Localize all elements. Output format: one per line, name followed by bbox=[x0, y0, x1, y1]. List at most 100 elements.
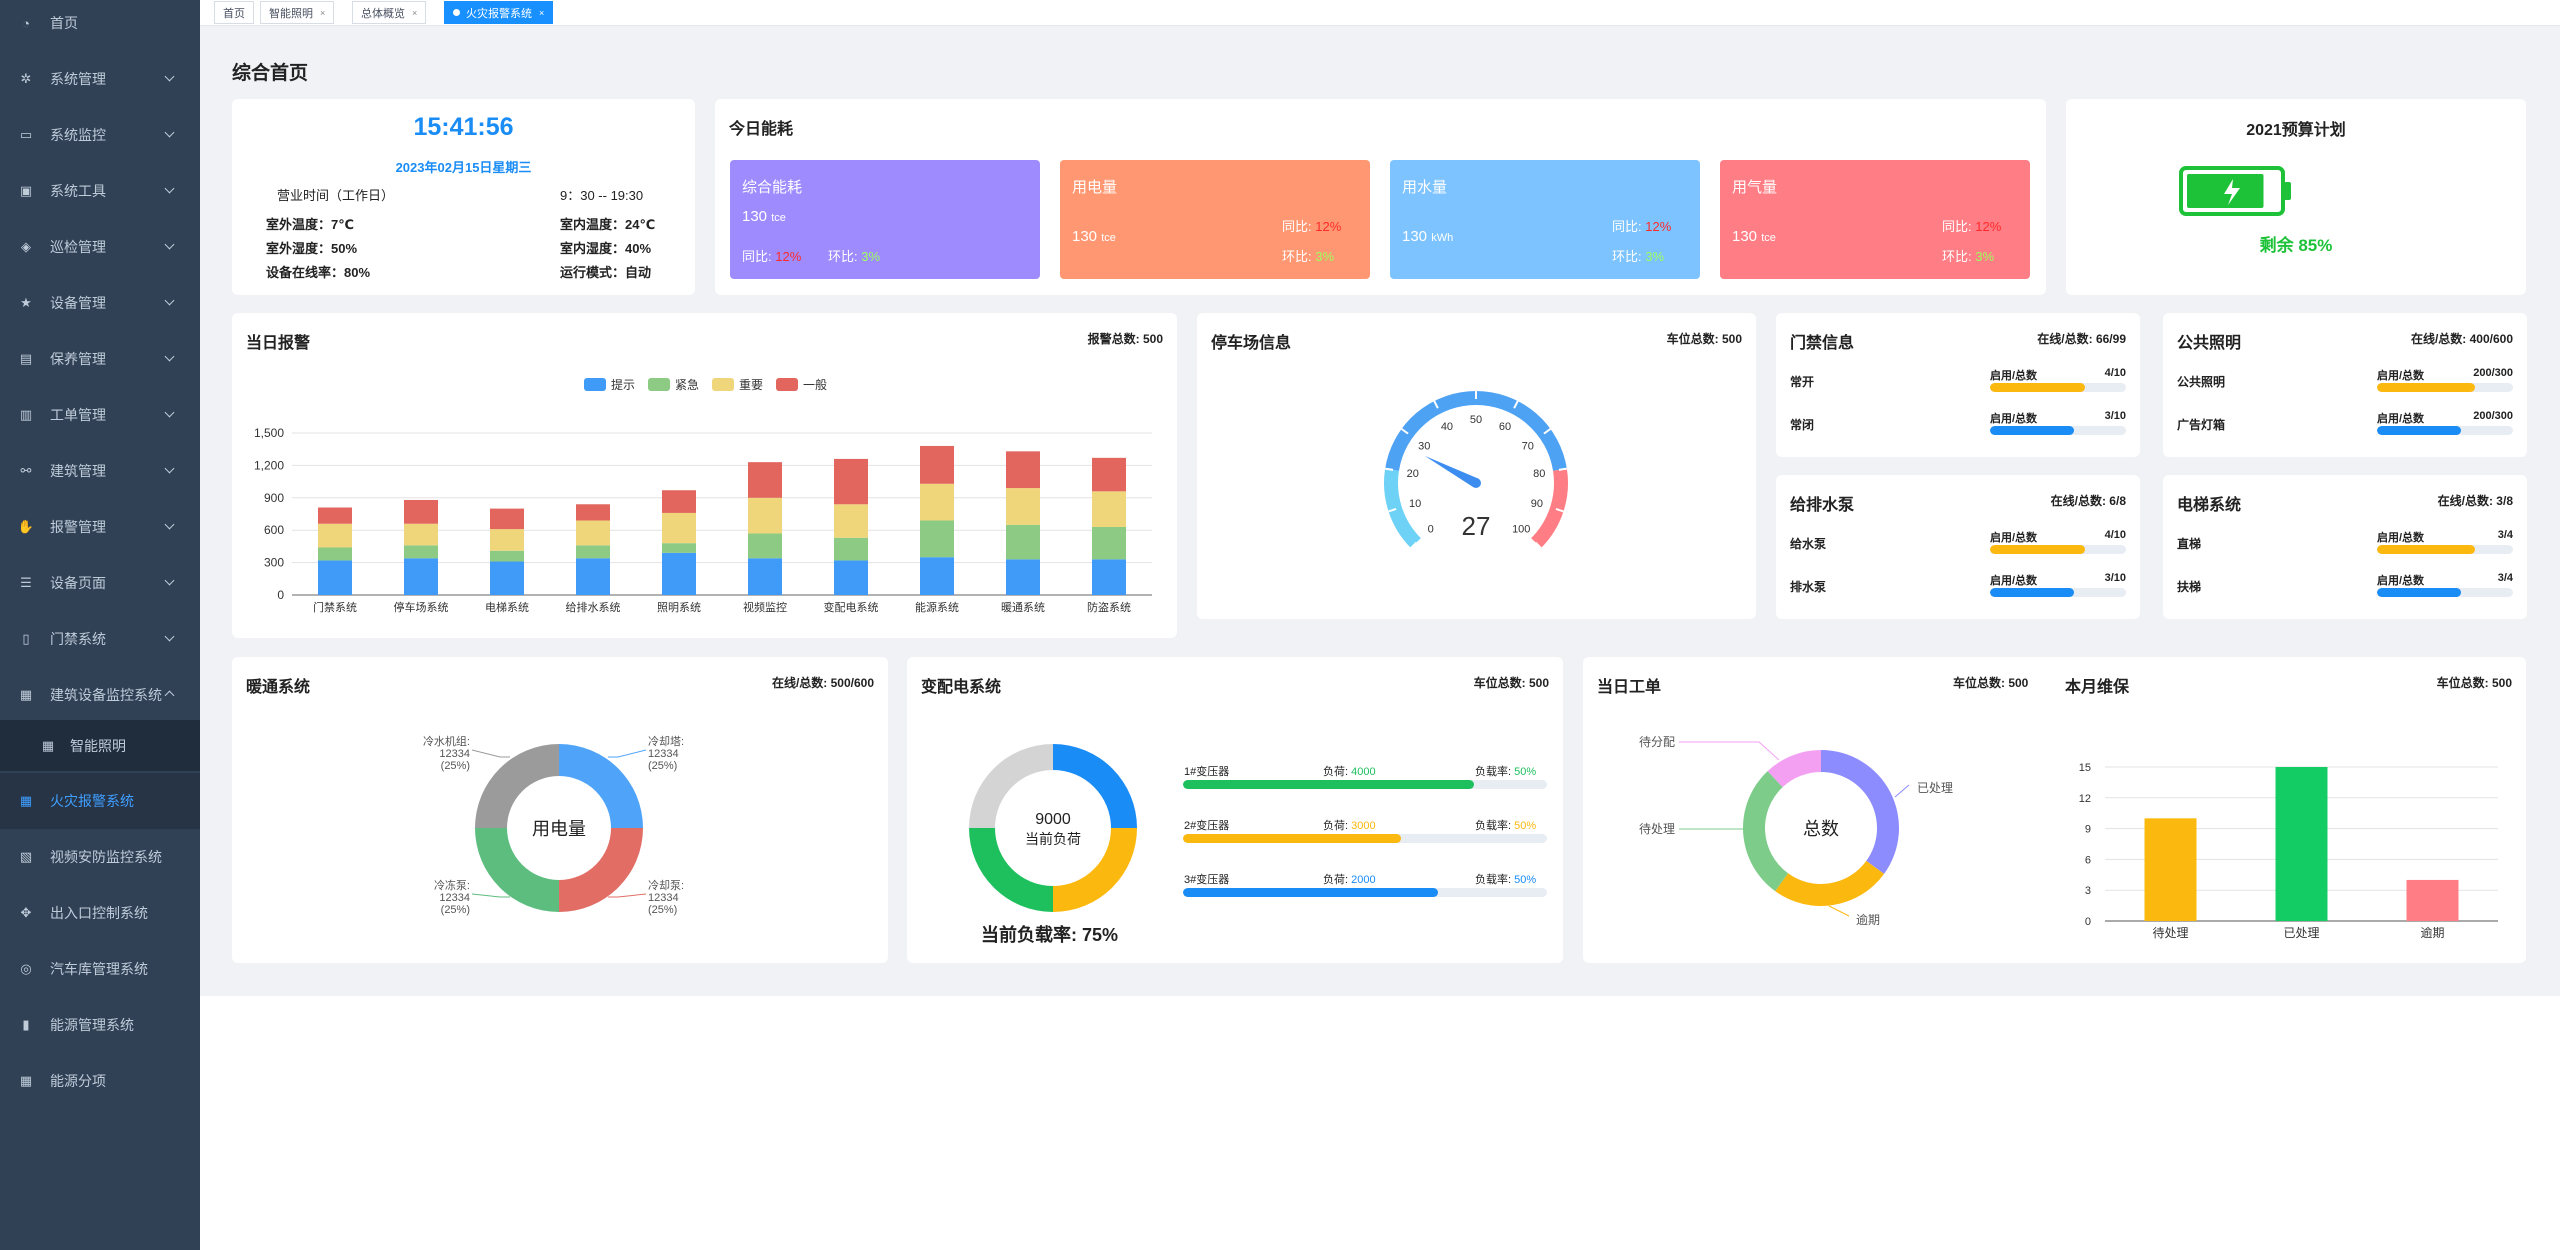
bar-重要 bbox=[662, 512, 696, 544]
sidebar-item-12[interactable]: ▦ 建筑设备监控系统 bbox=[0, 667, 200, 723]
workorder-center-label: 总数 bbox=[1803, 819, 1839, 839]
y-tick-label: 3 bbox=[2085, 885, 2091, 897]
outdoor-humidity: 室外湿度：50% bbox=[266, 241, 358, 256]
legend-swatch bbox=[648, 378, 670, 391]
sidebar-item-label: 首页 bbox=[50, 15, 78, 31]
tab-2[interactable]: 总体概览 × bbox=[352, 1, 427, 24]
chevron-down-icon[interactable] bbox=[164, 127, 175, 138]
bar-提示 bbox=[1092, 559, 1126, 595]
chevron-down-icon[interactable] bbox=[164, 351, 175, 362]
sidebar-item-16[interactable]: ✥ 出入口控制系统 bbox=[0, 885, 200, 941]
bar-紧急 bbox=[748, 533, 782, 559]
chevron-down-icon[interactable] bbox=[164, 183, 175, 194]
sidebar-item-17[interactable]: ◎ 汽车库管理系统 bbox=[0, 941, 200, 997]
sidebar-item-14[interactable]: ▦ 火灾报警系统 bbox=[0, 773, 200, 829]
mom-label: 环比: bbox=[1282, 249, 1312, 264]
sidebar-item-8[interactable]: ⚯ 建筑管理 bbox=[0, 443, 200, 499]
sidebar-item-11[interactable]: ▯ 门禁系统 bbox=[0, 611, 200, 667]
mom-value: 3% bbox=[1975, 249, 1995, 264]
steering-icon: ◎ bbox=[20, 961, 32, 976]
bar-提示 bbox=[920, 557, 954, 595]
chevron-down-icon[interactable] bbox=[164, 575, 175, 586]
leader-line bbox=[608, 749, 647, 758]
sidebar-item-19[interactable]: ▦ 能源分项 bbox=[0, 1053, 200, 1109]
chevron-down-icon[interactable] bbox=[164, 407, 175, 418]
close-icon[interactable]: × bbox=[412, 8, 417, 18]
sidebar-item-7[interactable]: ▥ 工单管理 bbox=[0, 387, 200, 443]
chevron-down-icon[interactable] bbox=[164, 463, 175, 474]
chevron-down-icon[interactable] bbox=[164, 631, 175, 642]
mom-stat: 环比: 3% bbox=[1612, 246, 1664, 265]
sidebar-item-0[interactable]: ◔ 首页 bbox=[0, 0, 200, 51]
business-hours-value: 9：30 -- 19:30 bbox=[560, 188, 644, 203]
hvac-slice bbox=[559, 744, 643, 828]
row-label: 启用/总数 bbox=[1990, 413, 2038, 425]
sidebar-item-label: 报警管理 bbox=[50, 519, 106, 535]
sidebar-item-1[interactable]: ✲ 系统管理 bbox=[0, 51, 200, 107]
tab-1[interactable]: 智能照明 × bbox=[260, 1, 335, 24]
alarm-stacked-bar-chart: 0 300 600 900 1,200 1,500 门禁系统 停车场系统 电梯系统 给排水系统 照明… bbox=[254, 377, 1152, 614]
bar-紧急 bbox=[1006, 524, 1040, 560]
progress-fill bbox=[2377, 426, 2462, 435]
sidebar-item-10[interactable]: ☰ 设备页面 bbox=[0, 555, 200, 611]
power-donut-chart: 9000 当前负荷 bbox=[969, 744, 1137, 912]
chevron-down-icon[interactable] bbox=[164, 519, 175, 530]
bar-重要 bbox=[576, 520, 610, 546]
yoy-label: 同比: bbox=[1612, 219, 1642, 234]
bar-提示 bbox=[834, 560, 868, 595]
leader-line bbox=[1894, 784, 1910, 798]
slice-pct: (25%) bbox=[648, 904, 677, 916]
sidebar-item-9[interactable]: ✋ 报警管理 bbox=[0, 499, 200, 555]
load-label: 负荷: bbox=[1323, 820, 1349, 832]
close-icon[interactable]: × bbox=[320, 8, 325, 18]
sidebar-item-6[interactable]: ▤ 保养管理 bbox=[0, 331, 200, 387]
gauge-needle bbox=[1424, 455, 1479, 488]
bar-一般 bbox=[576, 504, 610, 521]
pumps-title: 给排水泵 bbox=[1790, 497, 1855, 514]
chevron-down-icon[interactable] bbox=[164, 71, 175, 82]
grid-icon: ▦ bbox=[19, 687, 33, 702]
bar-重要 bbox=[404, 523, 438, 546]
video-icon: ▧ bbox=[19, 849, 33, 864]
sidebar-item-5[interactable]: ★ 设备管理 bbox=[0, 275, 200, 331]
chevron-down-icon[interactable] bbox=[164, 295, 175, 306]
chevron-down-icon[interactable] bbox=[164, 239, 175, 250]
sidebar-item-2[interactable]: ▭ 系统监控 bbox=[0, 107, 200, 163]
gauge-tick-label: 100 bbox=[1512, 523, 1530, 535]
chevron-up-icon[interactable] bbox=[164, 690, 175, 701]
gear-icon: ✲ bbox=[20, 71, 32, 86]
yoy-label: 同比: bbox=[1942, 219, 1972, 234]
door-icon: ▯ bbox=[22, 631, 30, 646]
row-value: 3/4 bbox=[2497, 529, 2513, 541]
hvac-card: 暖通系统 在线/总数: 500/600 用电量 冷却塔: 12334 (25%) 冷却泵… bbox=[232, 657, 888, 963]
bar-提示 bbox=[576, 558, 610, 595]
sidebar-item-label: 建筑管理 bbox=[50, 463, 106, 479]
tab-0[interactable]: 首页 bbox=[214, 1, 254, 24]
dashboard-icon: ◔ bbox=[22, 15, 30, 31]
progress-bar bbox=[1990, 545, 2126, 554]
progress-bar bbox=[2377, 383, 2513, 392]
rate-label: 负载率: bbox=[1475, 766, 1512, 778]
sidebar-item-3[interactable]: ▣ 系统工具 bbox=[0, 163, 200, 219]
transformer-bar bbox=[1183, 834, 1547, 843]
bar-紧急 bbox=[834, 537, 868, 561]
sidebar-item-label: 视频安防监控系统 bbox=[50, 849, 162, 865]
transformer-fill bbox=[1183, 834, 1402, 843]
gauge-tick-label: 70 bbox=[1522, 440, 1534, 452]
energy-value: 130 bbox=[742, 208, 768, 225]
sidebar-item-13[interactable]: ▦ 智能照明 bbox=[0, 720, 200, 771]
slice-value: 12334 bbox=[648, 892, 679, 904]
x-tick-label: 能源系统 bbox=[915, 600, 959, 614]
y-tick-label: 15 bbox=[2079, 762, 2091, 774]
x-tick-label: 视频监控 bbox=[743, 600, 787, 614]
slice-pct: (25%) bbox=[441, 904, 470, 916]
leader-line bbox=[1679, 741, 1780, 761]
lighting-card: 公共照明 在线/总数: 400/600 公共照明 启用/总数 200/300 广告灯箱 启用… bbox=[2163, 313, 2527, 457]
close-icon[interactable]: × bbox=[539, 8, 544, 18]
tab-3[interactable]: 火灾报警系统 × bbox=[444, 1, 554, 24]
sidebar-item-18[interactable]: ▮ 能源管理系统 bbox=[0, 997, 200, 1053]
sidebar-item-4[interactable]: ◈ 巡检管理 bbox=[0, 219, 200, 275]
sidebar-item-15[interactable]: ▧ 视频安防监控系统 bbox=[0, 829, 200, 885]
yoy-stat: 同比: 12% bbox=[1612, 216, 1671, 235]
progress-fill bbox=[1990, 545, 2086, 554]
